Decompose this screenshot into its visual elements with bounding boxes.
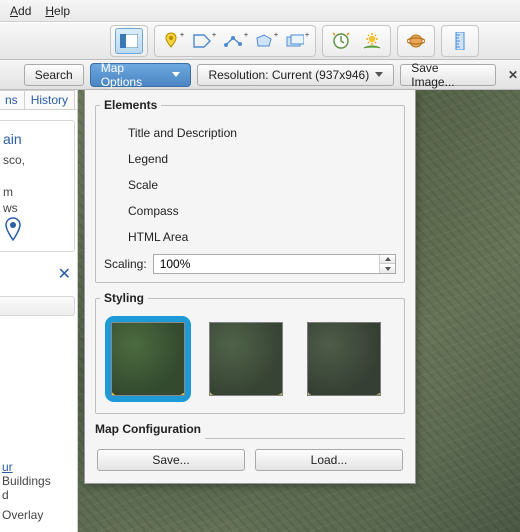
tool-group-ruler: [441, 25, 479, 57]
time-icon: [332, 32, 350, 50]
config-load-label: Load...: [311, 453, 348, 467]
elements-legend: Elements: [100, 98, 161, 112]
scaling-input[interactable]: [154, 255, 379, 273]
options-bar: Search Map Options Resolution: Current (…: [0, 60, 520, 90]
element-item-title-desc[interactable]: Title and Description: [104, 120, 396, 146]
time-button[interactable]: [327, 28, 355, 54]
save-image-label: Save Image...: [411, 61, 485, 89]
tool-group-markers: + + + + +: [154, 25, 316, 57]
resolution-dropdown[interactable]: Resolution: Current (937x946): [197, 64, 394, 86]
style-thumb-3[interactable]: [302, 317, 386, 401]
left-tab-1[interactable]: ns: [0, 90, 25, 109]
tag-icon: [193, 34, 211, 48]
chevron-up-icon: [385, 257, 391, 261]
left-footer: ur Buildings d Overlay: [0, 454, 57, 528]
location-pin-icon: [3, 217, 23, 243]
spin-down-button[interactable]: [380, 264, 395, 273]
planet-button[interactable]: [402, 28, 430, 54]
save-image-button[interactable]: Save Image...: [400, 64, 496, 86]
style-thumb-1[interactable]: [106, 317, 190, 401]
overlay-icon: [286, 34, 304, 48]
styling-legend: Styling: [100, 291, 148, 305]
result-title: ain: [3, 131, 68, 147]
config-save-label: Save...: [152, 453, 189, 467]
tool-group-planet: [397, 25, 435, 57]
style-thumb-image: [111, 322, 185, 396]
element-item-html-area[interactable]: HTML Area: [104, 224, 396, 250]
element-item-legend[interactable]: Legend: [104, 146, 396, 172]
tool-group-env: [322, 25, 391, 57]
add-polygon-tag-button[interactable]: +: [190, 28, 218, 54]
add-overlay-button[interactable]: +: [283, 28, 311, 54]
config-load-button[interactable]: Load...: [255, 449, 403, 471]
result-card[interactable]: ain sco, m ws: [0, 120, 75, 252]
main-area: ns History ain sco, m ws ✕ ur Buildings …: [0, 90, 520, 532]
close-card-button[interactable]: ✕: [0, 260, 77, 288]
map-options-label: Map Options: [101, 61, 169, 89]
map-options-button[interactable]: Map Options: [90, 63, 192, 87]
result-line: ws: [3, 201, 68, 215]
chevron-down-icon: [172, 72, 180, 77]
style-thumb-2[interactable]: [204, 317, 288, 401]
add-shape-button[interactable]: +: [252, 28, 280, 54]
menu-help[interactable]: Help: [39, 2, 76, 20]
scaling-spinner[interactable]: [153, 254, 396, 274]
map-config-title: Map Configuration: [95, 422, 405, 436]
left-tabs: ns History: [0, 90, 77, 110]
toolbar: + + + + +: [0, 22, 520, 60]
menu-bar: Add Help: [0, 0, 520, 22]
spin-up-button[interactable]: [380, 255, 395, 264]
left-panel: ns History ain sco, m ws ✕ ur Buildings …: [0, 90, 78, 532]
result-line: m: [3, 185, 68, 199]
element-item-compass[interactable]: Compass: [104, 198, 396, 224]
chevron-down-icon: [375, 72, 383, 77]
config-save-button[interactable]: Save...: [97, 449, 245, 471]
chevron-down-icon: [385, 267, 391, 271]
left-divider-card: [0, 296, 75, 316]
style-thumb-image: [307, 322, 381, 396]
ruler-button[interactable]: [446, 28, 474, 54]
sun-icon: [363, 33, 381, 49]
search-button-label: Search: [35, 68, 73, 82]
scaling-label: Scaling:: [104, 257, 147, 271]
panel-icon: [120, 34, 138, 48]
map-options-panel: Elements Title and Description Legend Sc…: [84, 90, 416, 484]
styling-fieldset: Styling: [95, 291, 405, 414]
footer-line: d: [2, 488, 51, 502]
add-placemark-button[interactable]: +: [159, 28, 187, 54]
pin-icon: [163, 32, 179, 50]
sunlight-button[interactable]: [358, 28, 386, 54]
result-line: sco,: [3, 153, 68, 167]
elements-fieldset: Elements Title and Description Legend Sc…: [95, 98, 405, 283]
footer-line: Buildings: [2, 474, 51, 488]
panel-toggle-button[interactable]: [115, 28, 143, 54]
path-icon: [223, 34, 243, 48]
left-tab-history[interactable]: History: [24, 90, 75, 109]
polygon-icon: [255, 34, 273, 48]
footer-line: Overlay: [2, 508, 51, 522]
planet-icon: [407, 32, 425, 50]
menu-add[interactable]: Add: [4, 2, 37, 20]
close-pane-button[interactable]: ✕: [502, 68, 514, 82]
add-path-button[interactable]: +: [221, 28, 249, 54]
footer-link[interactable]: ur: [2, 460, 13, 474]
tool-group-panel: [110, 25, 148, 57]
style-thumb-image: [209, 322, 283, 396]
resolution-label: Resolution: Current (937x946): [208, 68, 369, 82]
element-item-scale[interactable]: Scale: [104, 172, 396, 198]
ruler-icon: [455, 32, 465, 50]
search-button[interactable]: Search: [24, 64, 84, 86]
